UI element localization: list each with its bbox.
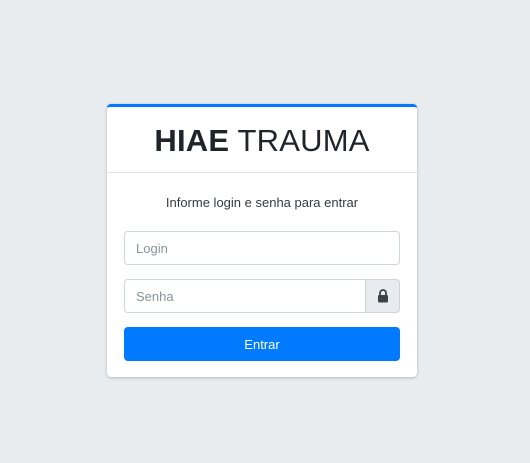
enter-button[interactable]: Entrar: [124, 327, 400, 361]
login-input[interactable]: [124, 231, 400, 265]
password-addon: [366, 279, 400, 313]
password-group: [124, 279, 400, 313]
brand-logo: HIAE TRAUMA: [154, 123, 369, 159]
brand-light: TRAUMA: [237, 122, 370, 158]
brand-bold: HIAE: [154, 122, 230, 158]
card-header: HIAE TRAUMA: [107, 107, 417, 173]
login-card: HIAE TRAUMA Informe login e senha para e…: [107, 104, 417, 377]
card-body: Informe login e senha para entrar Entrar: [107, 195, 417, 361]
login-message: Informe login e senha para entrar: [165, 195, 359, 210]
password-input[interactable]: [124, 279, 366, 313]
lock-icon: [377, 289, 388, 303]
